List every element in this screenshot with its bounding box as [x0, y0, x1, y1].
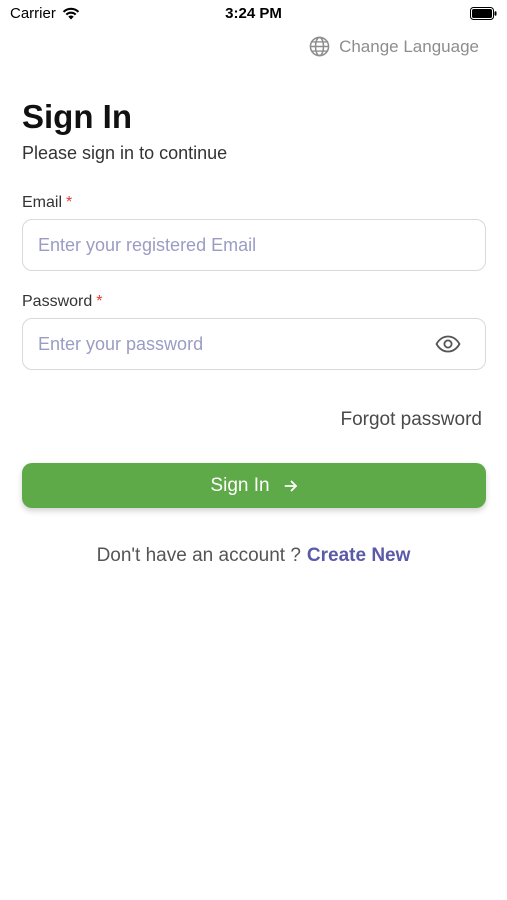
email-field-container [22, 219, 486, 271]
create-new-link[interactable]: Create New [307, 545, 411, 566]
sign-in-screen: Carrier 3:24 PM Change Language Sign In … [0, 0, 507, 900]
sign-in-button-label: Sign In [210, 474, 270, 496]
sign-in-button[interactable]: Sign In [22, 463, 486, 508]
password-label: Password * [22, 293, 102, 311]
forgot-password-link[interactable]: Forgot password [340, 409, 482, 431]
battery-icon [470, 7, 497, 20]
password-required-mark: * [96, 293, 103, 310]
signup-prompt-text: Don't have an account ? [96, 545, 301, 566]
arrow-right-icon [284, 480, 297, 491]
toggle-password-visibility-button[interactable] [433, 329, 463, 359]
status-time: 3:24 PM [225, 5, 282, 22]
globe-icon [309, 36, 330, 57]
signup-prompt: Don't have an account ? Create New [0, 545, 507, 567]
page-title: Sign In [22, 98, 132, 135]
eye-icon [435, 335, 461, 353]
password-label-text: Password [22, 293, 93, 310]
email-label: Email * [22, 194, 72, 212]
email-field[interactable] [23, 220, 485, 270]
status-bar: Carrier 3:24 PM [0, 0, 507, 28]
email-label-text: Email [22, 194, 63, 211]
password-field-container [22, 318, 486, 370]
change-language-button[interactable]: Change Language [309, 36, 479, 57]
password-field[interactable] [23, 319, 433, 369]
email-required-mark: * [66, 194, 73, 211]
change-language-label: Change Language [339, 36, 479, 56]
page-subtitle: Please sign in to continue [22, 143, 228, 163]
